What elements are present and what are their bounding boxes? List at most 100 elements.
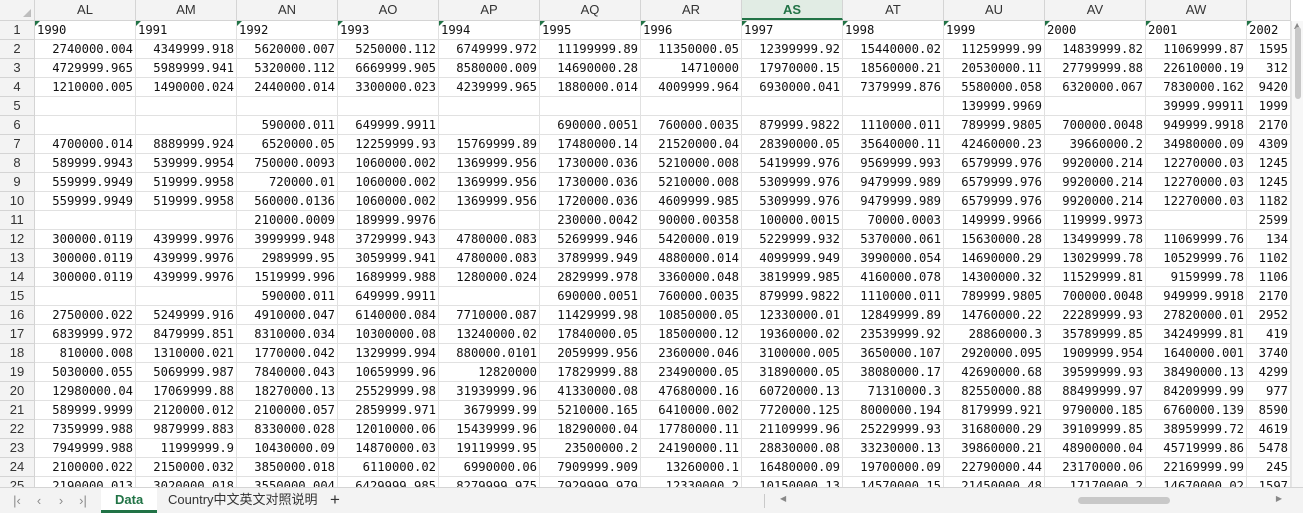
data-cell[interactable]: 649999.9911	[338, 287, 439, 306]
data-cell[interactable]: 300000.0119	[35, 249, 136, 268]
data-cell[interactable]: 4609999.985	[641, 192, 742, 211]
data-cell[interactable]: 1369999.956	[439, 192, 540, 211]
data-cell[interactable]: 14710000	[641, 59, 742, 78]
data-cell[interactable]: 3650000.107	[843, 344, 944, 363]
data-cell[interactable]	[136, 211, 237, 230]
select-all-corner[interactable]	[0, 0, 35, 21]
data-cell[interactable]: 519999.9958	[136, 173, 237, 192]
data-cell[interactable]: 6760000.139	[1146, 401, 1247, 420]
data-cell[interactable]	[35, 116, 136, 135]
data-cell[interactable]	[439, 116, 540, 135]
data-cell[interactable]: 31680000.29	[944, 420, 1045, 439]
row-header[interactable]: 6	[0, 116, 34, 135]
data-cell[interactable]: 690000.0051	[540, 116, 641, 135]
data-cell[interactable]: 8000000.194	[843, 401, 944, 420]
data-cell[interactable]: 300000.0119	[35, 230, 136, 249]
data-cell[interactable]: 139999.9969	[944, 97, 1045, 116]
data-cell[interactable]: 4309	[1247, 135, 1291, 154]
data-cell[interactable]: 11429999.98	[540, 306, 641, 325]
data-cell[interactable]: 39599999.93	[1045, 363, 1146, 382]
next-sheet-nav-icon[interactable]: ›	[52, 492, 70, 510]
data-cell[interactable]: 31890000.05	[742, 363, 843, 382]
data-cell[interactable]: 6749999.972	[439, 40, 540, 59]
data-cell[interactable]	[237, 97, 338, 116]
data-cell[interactable]: 15439999.96	[439, 420, 540, 439]
data-cell[interactable]: 12849999.89	[843, 306, 944, 325]
data-cell[interactable]: 2100000.022	[35, 458, 136, 477]
column-header-AV[interactable]: AV	[1045, 0, 1146, 20]
data-cell[interactable]: 7830000.162	[1146, 78, 1247, 97]
year-header-cell[interactable]: 1992	[237, 21, 338, 40]
data-cell[interactable]: 12820000	[439, 363, 540, 382]
data-cell[interactable]: 7379999.876	[843, 78, 944, 97]
data-cell[interactable]: 210000.0009	[237, 211, 338, 230]
data-cell[interactable]: 1369999.956	[439, 154, 540, 173]
row-header[interactable]: 14	[0, 268, 34, 287]
data-cell[interactable]: 47680000.16	[641, 382, 742, 401]
data-cell[interactable]: 41330000.08	[540, 382, 641, 401]
data-cell[interactable]: 6839999.972	[35, 325, 136, 344]
data-cell[interactable]: 9569999.993	[843, 154, 944, 173]
data-cell[interactable]: 5478	[1247, 439, 1291, 458]
data-cell[interactable]: 4619	[1247, 420, 1291, 439]
data-cell[interactable]: 6429999.985	[338, 477, 439, 487]
data-cell[interactable]: 18500000.12	[641, 325, 742, 344]
data-cell[interactable]: 14760000.22	[944, 306, 1045, 325]
data-cell[interactable]: 5309999.976	[742, 192, 843, 211]
data-cell[interactable]: 12270000.03	[1146, 192, 1247, 211]
data-cell[interactable]: 5580000.058	[944, 78, 1045, 97]
data-cell[interactable]: 4780000.083	[439, 230, 540, 249]
data-cell[interactable]: 5309999.976	[742, 173, 843, 192]
row-header[interactable]: 7	[0, 135, 34, 154]
data-cell[interactable]: 21109999.96	[742, 420, 843, 439]
data-cell[interactable]: 34249999.81	[1146, 325, 1247, 344]
data-cell[interactable]: 1182	[1247, 192, 1291, 211]
sheet-tab-country-note[interactable]: Country中文英文对照说明	[154, 488, 332, 513]
data-cell[interactable]: 2952	[1247, 306, 1291, 325]
data-cell[interactable]: 789999.9805	[944, 116, 1045, 135]
data-cell[interactable]: 519999.9958	[136, 192, 237, 211]
horizontal-scroll-thumb[interactable]	[1078, 497, 1170, 504]
data-cell[interactable]: 4910000.047	[237, 306, 338, 325]
vertical-scroll-thumb[interactable]	[1295, 27, 1301, 99]
column-header-AO[interactable]: AO	[338, 0, 439, 20]
data-cell[interactable]: 19360000.02	[742, 325, 843, 344]
data-cell[interactable]: 15769999.89	[439, 135, 540, 154]
data-cell[interactable]: 4009999.964	[641, 78, 742, 97]
column-header-AT[interactable]: AT	[843, 0, 944, 20]
horizontal-scrollbar[interactable]: ◀ ▶	[768, 494, 1288, 508]
data-cell[interactable]: 5210000.008	[641, 173, 742, 192]
data-cell[interactable]: 2750000.022	[35, 306, 136, 325]
data-cell[interactable]: 12270000.03	[1146, 154, 1247, 173]
data-cell[interactable]: 6320000.067	[1045, 78, 1146, 97]
data-cell[interactable]: 1106	[1247, 268, 1291, 287]
year-header-cell[interactable]: 2002	[1247, 21, 1291, 40]
data-cell[interactable]: 6579999.976	[944, 154, 1045, 173]
data-cell[interactable]: 12259999.93	[338, 135, 439, 154]
data-cell[interactable]	[35, 287, 136, 306]
data-cell[interactable]: 33230000.13	[843, 439, 944, 458]
data-cell[interactable]: 2120000.012	[136, 401, 237, 420]
data-cell[interactable]: 2829999.978	[540, 268, 641, 287]
row-header[interactable]: 19	[0, 363, 34, 382]
data-cell[interactable]: 70000.0003	[843, 211, 944, 230]
data-cell[interactable]: 3729999.943	[338, 230, 439, 249]
data-cell[interactable]: 2150000.032	[136, 458, 237, 477]
data-cell[interactable]	[1045, 97, 1146, 116]
data-cell[interactable]: 10850000.05	[641, 306, 742, 325]
data-cell[interactable]: 439999.9976	[136, 249, 237, 268]
data-cell[interactable]: 1490000.024	[136, 78, 237, 97]
data-cell[interactable]: 1909999.954	[1045, 344, 1146, 363]
data-cell[interactable]: 5989999.941	[136, 59, 237, 78]
data-cell[interactable]: 10659999.96	[338, 363, 439, 382]
data-cell[interactable]: 39660000.2	[1045, 135, 1146, 154]
data-cell[interactable]: 2059999.956	[540, 344, 641, 363]
data-cell[interactable]: 2170	[1247, 287, 1291, 306]
data-cell[interactable]: 750000.0093	[237, 154, 338, 173]
data-cell[interactable]: 7720000.125	[742, 401, 843, 420]
data-cell[interactable]: 590000.011	[237, 116, 338, 135]
data-cell[interactable]: 6520000.05	[237, 135, 338, 154]
data-cell[interactable]: 880000.0101	[439, 344, 540, 363]
data-cell[interactable]: 3059999.941	[338, 249, 439, 268]
data-cell[interactable]: 3789999.949	[540, 249, 641, 268]
